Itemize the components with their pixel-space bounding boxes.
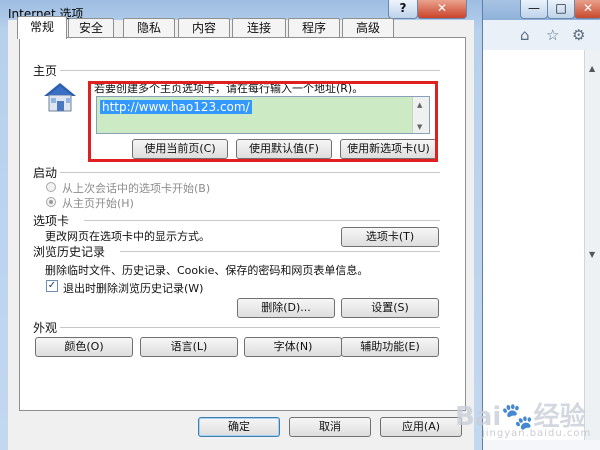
history-section-divider (120, 251, 440, 252)
delete-on-exit-checkbox[interactable]: ✓ (46, 280, 58, 292)
browser-close-button[interactable]: ✕ (574, 0, 600, 19)
tab-content[interactable]: 内容 (178, 18, 230, 37)
highlight-box (88, 81, 438, 162)
home-icon[interactable]: ⌂ (520, 26, 530, 44)
tab-connections[interactable]: 连接 (232, 18, 286, 37)
startup-section-divider (60, 172, 440, 173)
tab-privacy[interactable]: 隐私 (123, 18, 175, 37)
home-page-icon (44, 83, 76, 112)
accessibility-button[interactable]: 辅助功能(E) (341, 337, 439, 357)
startup-last-session-radio[interactable] (46, 182, 56, 192)
colors-button[interactable]: 颜色(O) (35, 337, 133, 357)
scroll-up-icon[interactable]: ▲ (589, 64, 595, 73)
startup-home-label: 从主页开始(H) (62, 197, 134, 210)
watermark-url: jingyan.baidu.com (482, 428, 592, 439)
help-button[interactable]: ? (388, 0, 418, 19)
delete-history-button[interactable]: 删除(D)... (237, 298, 335, 318)
tabs-description: 更改网页在选项卡中的显示方式。 (45, 230, 210, 243)
startup-home-radio[interactable] (46, 197, 56, 207)
browser-scrollbar[interactable]: ▲ ▼ (584, 50, 600, 440)
startup-last-session-label: 从上次会话中的选项卡开始(B) (62, 182, 211, 195)
appearance-section-label: 外观 (33, 321, 58, 335)
history-settings-button[interactable]: 设置(S) (341, 298, 439, 318)
languages-button[interactable]: 语言(L) (140, 337, 238, 357)
browser-page-content (480, 50, 585, 440)
home-section-label: 主页 (33, 64, 58, 78)
tabs-section-divider (84, 220, 440, 221)
appearance-section-divider (60, 327, 440, 328)
tools-gear-icon[interactable]: ⚙ (572, 26, 585, 44)
internet-options-dialog: Internet 选项 ? ✕ 常规 安全 隐私 内容 连接 程序 高级 主页 … (0, 0, 483, 450)
home-section-divider (60, 70, 440, 71)
browser-minimize-button[interactable]: — (520, 0, 548, 19)
scroll-down-icon[interactable]: ▼ (589, 250, 595, 259)
history-description: 删除临时文件、历史记录、Cookie、保存的密码和网页表单信息。 (45, 264, 369, 277)
tab-programs[interactable]: 程序 (288, 18, 340, 37)
apply-button[interactable]: 应用(A) (380, 417, 462, 437)
browser-maximize-button[interactable]: □ (547, 0, 575, 19)
tab-advanced[interactable]: 高级 (342, 18, 394, 37)
dialog-close-button[interactable]: ✕ (417, 0, 467, 19)
startup-section-label: 启动 (33, 166, 58, 180)
ok-button[interactable]: 确定 (198, 417, 280, 437)
tab-security[interactable]: 安全 (68, 18, 114, 37)
tabs-settings-button[interactable]: 选项卡(T) (341, 227, 439, 247)
delete-on-exit-label: 退出时删除浏览历史记录(W) (63, 282, 204, 295)
tab-general[interactable]: 常规 (17, 16, 67, 39)
cancel-button[interactable]: 取消 (289, 417, 371, 437)
fonts-button[interactable]: 字体(N) (244, 337, 342, 357)
tabs-section-label: 选项卡 (33, 214, 70, 228)
favorites-star-icon[interactable]: ☆ (546, 26, 559, 44)
history-section-label: 浏览历史记录 (33, 245, 106, 259)
